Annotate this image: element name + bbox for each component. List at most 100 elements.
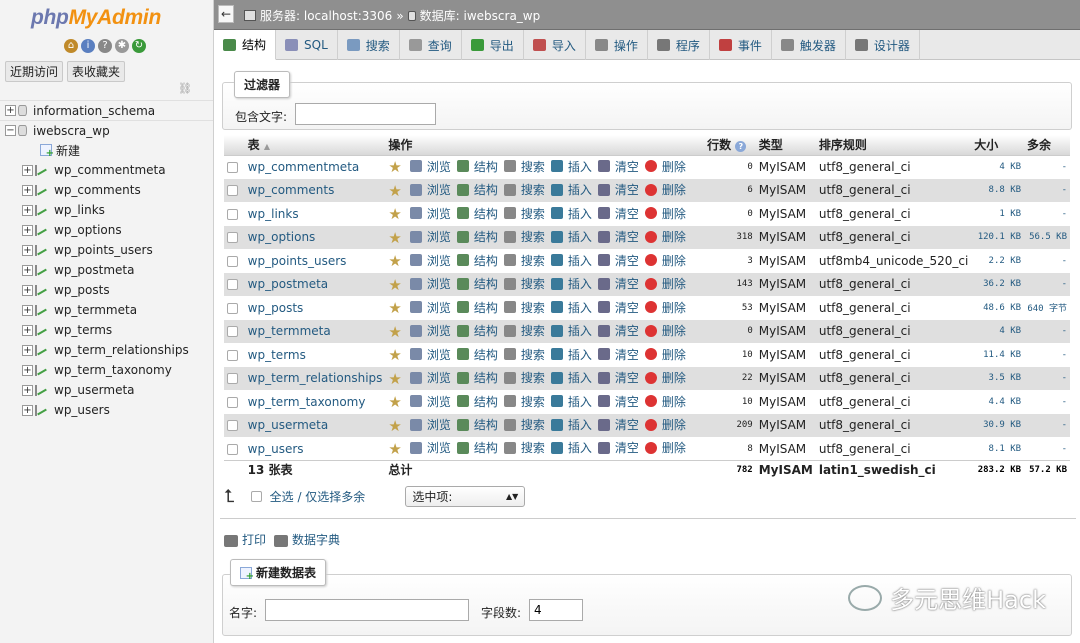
action-label[interactable]: 搜索	[521, 346, 545, 363]
action-label[interactable]: 搜索	[521, 275, 545, 292]
tab-label[interactable]: 设计器	[874, 37, 910, 54]
drop-link[interactable]: 删除	[644, 369, 686, 386]
action-label[interactable]: 插入	[568, 228, 592, 245]
breadcrumb-database[interactable]: 数据库: iwebscra_wp	[420, 7, 541, 24]
action-label[interactable]: 结构	[474, 181, 498, 198]
table-name-link[interactable]: wp_terms	[248, 348, 306, 362]
table-name-link[interactable]: wp_usermeta	[248, 418, 329, 432]
search-link[interactable]: 搜索	[503, 275, 545, 292]
row-checkbox[interactable]	[227, 162, 238, 173]
tree-table-label[interactable]: wp_options	[54, 223, 122, 237]
tab-clock[interactable]: 事件	[710, 30, 772, 60]
row-size[interactable]: 36.2 KB	[971, 272, 1025, 296]
tab-label[interactable]: 导入	[552, 37, 576, 54]
action-label[interactable]: 插入	[568, 181, 592, 198]
row-checkbox[interactable]	[227, 302, 238, 314]
structure-link[interactable]: 结构	[456, 322, 498, 339]
browse-link[interactable]: 浏览	[409, 275, 451, 292]
expand-icon[interactable]: +	[22, 344, 33, 356]
search-link[interactable]: 搜索	[503, 181, 545, 198]
phpmyadmin-logo[interactable]: phpMyAdmin	[31, 6, 161, 30]
drop-link[interactable]: 删除	[644, 393, 686, 410]
action-label[interactable]: 搜索	[521, 322, 545, 339]
reload-icon[interactable]: ↻	[132, 39, 146, 53]
tree-table-label[interactable]: wp_users	[54, 403, 110, 417]
action-label[interactable]: 浏览	[427, 158, 451, 175]
empty-link[interactable]: 清空	[597, 322, 639, 339]
home-icon[interactable]: ⌂	[64, 39, 78, 53]
row-checkbox[interactable]	[227, 255, 238, 267]
header-table-label[interactable]: 表	[248, 138, 260, 152]
empty-link[interactable]: 清空	[597, 181, 639, 198]
empty-link[interactable]: 清空	[597, 439, 639, 456]
tab-label[interactable]: 查询	[428, 37, 452, 54]
collapse-icon[interactable]: −	[5, 125, 16, 136]
tree-table-item[interactable]: + wp_termmeta	[0, 300, 213, 320]
empty-link[interactable]: 清空	[597, 252, 639, 269]
structure-link[interactable]: 结构	[456, 252, 498, 269]
drop-link[interactable]: 删除	[644, 158, 686, 175]
browse-link[interactable]: 浏览	[409, 299, 451, 316]
print-label[interactable]: 打印	[242, 533, 266, 547]
tab-label[interactable]: 操作	[614, 37, 638, 54]
action-label[interactable]: 浏览	[427, 416, 451, 433]
insert-link[interactable]: 插入	[550, 158, 592, 175]
structure-link[interactable]: 结构	[456, 439, 498, 456]
link-with-main-icon[interactable]: ⛓	[178, 82, 192, 95]
structure-link[interactable]: 结构	[456, 275, 498, 292]
insert-link[interactable]: 插入	[550, 439, 592, 456]
row-size[interactable]: 48.6 KB	[971, 296, 1025, 320]
favorite-star-icon[interactable]: ★	[388, 276, 401, 294]
structure-link[interactable]: 结构	[456, 393, 498, 410]
tree-table-label[interactable]: wp_term_taxonomy	[54, 363, 172, 377]
tree-table-label[interactable]: wp_term_relationships	[54, 343, 189, 357]
favorite-tables-button[interactable]: 表收藏夹	[67, 61, 126, 82]
action-label[interactable]: 删除	[662, 369, 686, 386]
expand-icon[interactable]: +	[22, 324, 33, 336]
empty-link[interactable]: 清空	[597, 158, 639, 175]
action-label[interactable]: 浏览	[427, 181, 451, 198]
sort-asc-icon[interactable]: ▲	[264, 142, 270, 151]
action-label[interactable]: 清空	[615, 299, 639, 316]
favorite-star-icon[interactable]: ★	[388, 417, 401, 435]
tab-routines[interactable]: 程序	[648, 30, 710, 60]
action-label[interactable]: 插入	[568, 158, 592, 175]
recent-tables-button[interactable]: 近期访问	[5, 61, 64, 82]
info-icon[interactable]: i	[81, 39, 95, 53]
table-name-link[interactable]: wp_points_users	[248, 254, 347, 268]
tree-table-item[interactable]: + wp_options	[0, 220, 213, 240]
header-table[interactable]: 表 ▲	[244, 135, 386, 156]
tab-label[interactable]: 导出	[490, 37, 514, 54]
action-label[interactable]: 结构	[474, 369, 498, 386]
search-link[interactable]: 搜索	[503, 205, 545, 222]
favorite-star-icon[interactable]: ★	[388, 370, 401, 388]
tree-db-information-schema[interactable]: + information_schema	[0, 100, 213, 120]
tree-table-label[interactable]: wp_points_users	[54, 243, 153, 257]
row-size[interactable]: 30.9 KB	[971, 413, 1025, 437]
action-label[interactable]: 浏览	[427, 439, 451, 456]
tree-db-label[interactable]: iwebscra_wp	[33, 124, 110, 138]
search-link[interactable]: 搜索	[503, 252, 545, 269]
structure-link[interactable]: 结构	[456, 228, 498, 245]
action-label[interactable]: 搜索	[521, 439, 545, 456]
table-name-link[interactable]: wp_postmeta	[248, 277, 328, 291]
row-size[interactable]: 2.2 KB	[971, 249, 1025, 273]
search-link[interactable]: 搜索	[503, 393, 545, 410]
browse-link[interactable]: 浏览	[409, 205, 451, 222]
row-checkbox[interactable]	[227, 443, 238, 455]
table-name-link[interactable]: wp_links	[248, 207, 299, 221]
structure-link[interactable]: 结构	[456, 205, 498, 222]
action-label[interactable]: 清空	[615, 369, 639, 386]
tab-export[interactable]: 导出	[462, 30, 524, 60]
action-label[interactable]: 插入	[568, 416, 592, 433]
row-checkbox[interactable]	[227, 185, 238, 197]
favorite-star-icon[interactable]: ★	[388, 252, 401, 270]
search-link[interactable]: 搜索	[503, 228, 545, 245]
search-link[interactable]: 搜索	[503, 369, 545, 386]
tree-table-label[interactable]: wp_terms	[54, 323, 112, 337]
browse-link[interactable]: 浏览	[409, 322, 451, 339]
insert-link[interactable]: 插入	[550, 181, 592, 198]
tree-table-item[interactable]: + wp_users	[0, 400, 213, 420]
data-dictionary-link[interactable]: 数据字典	[274, 531, 340, 548]
action-label[interactable]: 浏览	[427, 275, 451, 292]
